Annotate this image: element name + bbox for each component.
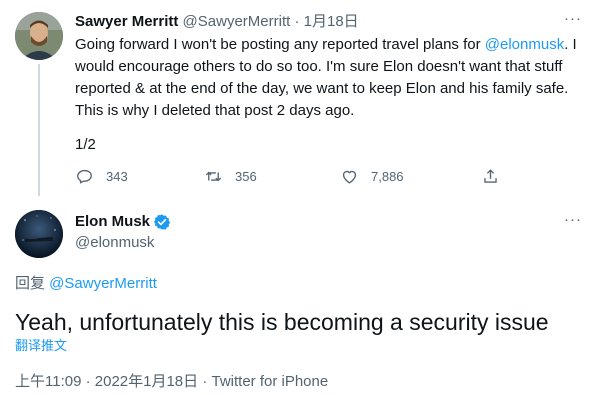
reply-context: 回复 @SawyerMerritt	[15, 274, 157, 294]
avatar-image	[15, 210, 63, 258]
heart-icon	[342, 170, 357, 184]
retweet-button[interactable]: 356	[204, 165, 257, 187]
focused-tweet: Elon Musk @elonmusk ··· 回复 @SawyerMerrit…	[0, 198, 593, 395]
tweet-header: Sawyer Merritt @SawyerMerritt · 1月18日	[75, 12, 359, 32]
tweet-timestamp[interactable]: 上午11:09 · 2022年1月18日 · Twitter for iPhon…	[15, 372, 328, 392]
more-options-icon[interactable]: ···	[562, 211, 584, 229]
avatar[interactable]	[15, 210, 63, 258]
share-icon	[484, 168, 497, 183]
tweet-text-lead: Going forward I won't be posting any rep…	[75, 36, 485, 53]
like-count: 7,886	[371, 168, 404, 184]
retweet-icon	[205, 171, 222, 181]
like-button[interactable]: 7,886	[340, 165, 404, 187]
avatar[interactable]	[15, 12, 63, 60]
translate-tweet-link[interactable]: 翻译推文	[15, 338, 67, 354]
reply-prefix: 回复	[15, 275, 50, 292]
reply-icon	[77, 169, 92, 184]
tweet-text: Yeah, unfortunately this is becoming a s…	[15, 309, 549, 335]
action-bar: 343 356 7,886	[75, 165, 497, 187]
separator: ·	[294, 13, 300, 30]
author-name[interactable]: Sawyer Merritt	[75, 13, 178, 30]
parent-tweet[interactable]: Sawyer Merritt @SawyerMerritt · 1月18日 ··…	[0, 0, 593, 198]
author-handle[interactable]: @elonmusk	[75, 233, 154, 253]
verified-badge-icon	[153, 214, 171, 230]
more-options-icon[interactable]: ···	[562, 10, 584, 28]
tweet-date[interactable]: 1月18日	[304, 13, 359, 30]
reply-count: 343	[106, 168, 128, 184]
thread-connector	[38, 64, 40, 196]
reply-mention-link[interactable]: @SawyerMerritt	[49, 275, 157, 292]
mention-link[interactable]: @elonmusk	[485, 36, 564, 53]
reply-button[interactable]: 343	[75, 165, 128, 187]
tweet-text: Going forward I won't be posting any rep…	[75, 34, 583, 122]
share-button[interactable]	[481, 165, 500, 187]
avatar-image	[15, 12, 63, 60]
author-name-row: Elon Musk	[75, 212, 171, 232]
author-handle[interactable]: @SawyerMerritt	[183, 13, 291, 30]
thread-count: 1/2	[75, 136, 96, 153]
author-name[interactable]: Elon Musk	[75, 212, 150, 232]
retweet-count: 356	[235, 168, 257, 184]
